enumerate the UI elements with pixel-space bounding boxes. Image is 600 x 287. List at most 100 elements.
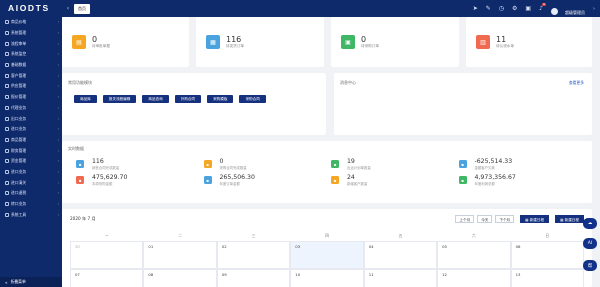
function-button[interactable]: 采购模板 <box>207 95 234 103</box>
calendar-tools: 上个月 今天 下个月 ▦ 新建日程 ▦ 新建日程 <box>455 215 584 223</box>
calendar-day[interactable]: 12 <box>437 269 511 287</box>
collapse-menu-button[interactable]: « 折叠菜单 <box>0 277 62 287</box>
receipt-icon: ▥ <box>476 35 490 49</box>
function-button[interactable]: 采购合同 <box>239 95 266 103</box>
chevron-right-icon: › <box>57 137 59 142</box>
gear-icon[interactable]: ⚙ <box>512 5 517 12</box>
sidebar-item[interactable]: 进口业务 › <box>0 124 62 135</box>
sidebar-item[interactable]: 进口退税 › <box>0 188 62 199</box>
metric-value: 265,506.30 <box>219 174 255 181</box>
tab-home[interactable]: 首页 <box>74 3 90 14</box>
metric-value: 19 <box>347 158 355 165</box>
stat-card[interactable]: ▥ 11 待认领水单 <box>466 17 592 67</box>
metric-icon: ▪ <box>458 176 467 184</box>
calendar-day[interactable]: 01 <box>143 241 217 269</box>
tab-scroll-right-icon[interactable]: › <box>593 6 595 12</box>
next-month-button[interactable]: 下个月 <box>495 215 515 223</box>
function-button[interactable]: 商品查询 <box>142 95 169 103</box>
metric-value: 0 <box>219 158 224 165</box>
menu-icon <box>5 52 9 57</box>
avatar <box>550 8 558 15</box>
realtime-grid: ▪ 116 销售合同完成数量 ▪ 0 采购合同完成数量 ▪ 19 出运计划单数量 ▪ -625,51… <box>62 152 592 186</box>
sidebar-item[interactable]: 系统监控 › <box>0 49 62 60</box>
weekday-label: 五 <box>398 233 403 238</box>
stat-card[interactable]: ▤ 0 待审批单据 <box>62 17 189 67</box>
stat-value: 11 <box>496 35 507 44</box>
sidebar-item-label: 代理业务 <box>11 104 27 110</box>
view-more-link[interactable]: 查看更多 <box>569 80 584 86</box>
stat-label: 待认领水单 <box>496 44 514 48</box>
sidebar-item[interactable]: 进口业务 › <box>0 167 62 178</box>
calendar-day[interactable]: 05 <box>437 241 511 269</box>
stat-card[interactable]: ▣ 0 待采购订单 <box>331 17 459 67</box>
menu-icon <box>5 63 9 68</box>
calendar-day[interactable]: 09 <box>216 269 291 287</box>
function-button[interactable]: 外购合同 <box>174 95 202 103</box>
chevron-right-icon: › <box>57 127 59 132</box>
bell-icon[interactable]: ♪ 6 <box>539 3 546 12</box>
menu-icon <box>5 73 9 78</box>
calendar-day[interactable]: 08 <box>143 269 217 287</box>
sidebar-item[interactable]: 客户管理 › <box>0 70 62 81</box>
calendar-day[interactable]: 06 <box>510 241 584 269</box>
chevron-right-icon: › <box>57 212 59 217</box>
calendar-day[interactable]: 30 <box>70 241 144 269</box>
sidebar-item[interactable]: 流程审单 › <box>0 38 62 49</box>
clock-icon[interactable]: ◷ <box>499 5 504 12</box>
menu-icon <box>5 84 9 89</box>
sidebar-list: 商品价格 › 系统管理 › 流程审单 › 系统监控 › 基础数据 › 客户管理 › 供应管理 › 报价管理 ›… <box>0 17 62 220</box>
sidebar-item[interactable]: 资金管理 › <box>0 156 62 167</box>
calendar-day[interactable]: 11 <box>363 269 438 287</box>
sidebar-item[interactable]: 报价管理 › <box>0 92 62 103</box>
metric-label: 采购合同完成数量 <box>219 166 247 170</box>
metric-label: 本周采购金额 <box>92 182 113 186</box>
chat-float-button[interactable]: ☁ <box>583 218 597 229</box>
sidebar-item[interactable]: 供应管理 › <box>0 81 62 92</box>
sidebar-item[interactable]: 代理业务 › <box>0 103 62 114</box>
new-event-button[interactable]: ▦ 新建日程 <box>520 215 550 223</box>
calendar-day[interactable]: 04 <box>363 241 438 269</box>
stat-value: 0 <box>92 35 98 44</box>
metric-label: 新增客户数量 <box>347 182 368 186</box>
sidebar-item-label: 进口清关 <box>11 179 27 185</box>
weekday-label: 四 <box>325 233 329 238</box>
chevron-right-icon: › <box>57 159 59 164</box>
sidebar-item[interactable]: 商品管理 › <box>0 135 62 146</box>
send-icon[interactable]: ➤ <box>473 5 478 12</box>
menu-icon <box>5 31 9 36</box>
sidebar-item[interactable]: 出口业务 › <box>0 113 62 124</box>
logo: AIODTS <box>8 3 50 13</box>
sidebar-item-label: 出口业务 <box>11 115 27 121</box>
user-menu[interactable]: 超级管理员 <box>550 0 585 18</box>
function-button[interactable]: 商品库 <box>74 95 97 103</box>
sidebar-item[interactable]: 转口业务 › <box>0 199 62 210</box>
lock-icon[interactable]: ▣ <box>525 5 531 12</box>
message-center-panel: 消息中心 查看更多 <box>334 73 592 135</box>
menu-icon <box>5 202 9 207</box>
stat-card[interactable]: ▦ 116 待发货订单 <box>196 17 324 67</box>
function-button[interactable]: 报关流程编辑 <box>102 95 137 103</box>
ai-float-button[interactable]: AI <box>583 238 597 249</box>
translate-icon[interactable]: ✎ <box>486 5 491 12</box>
sidebar-item[interactable]: 基础数据 › <box>0 60 62 71</box>
calendar-day[interactable]: 03 <box>290 241 364 269</box>
sidebar-item[interactable]: 财务管理 › <box>0 145 62 156</box>
new-schedule-button[interactable]: ▦ 新建日程 <box>555 215 584 223</box>
metric-icon: ▪ <box>76 176 84 184</box>
sidebar-item[interactable]: 系统工具 › <box>0 209 62 220</box>
calendar-day[interactable]: 02 <box>216 241 291 269</box>
prev-month-button[interactable]: 上个月 <box>455 215 475 223</box>
calendar-day[interactable]: 07 <box>70 269 144 287</box>
calendar-day[interactable]: 13 <box>510 269 584 287</box>
calendar-panel: 2020 年 7 月 上个月 今天 下个月 ▦ 新建日程 ▦ 新建日程 一 二 三 四… <box>62 209 592 287</box>
help-float-button[interactable]: 帮 <box>583 260 597 271</box>
sidebar-item[interactable]: 进口清关 › <box>0 177 62 188</box>
sidebar-item[interactable]: 商品价格 › <box>0 17 62 28</box>
function-buttons: 商品库 报关流程编辑 商品查询 外购合同 采购模板 采购合同 <box>62 86 312 103</box>
realtime-item: ▪ 4,973,356.67 年度利润总额 <box>458 174 587 186</box>
sidebar-item[interactable]: 系统管理 › <box>0 28 62 39</box>
today-button[interactable]: 今天 <box>477 215 493 223</box>
calendar-day[interactable]: 10 <box>290 269 364 287</box>
tab-scroll-left-icon[interactable]: ‹ <box>62 5 74 12</box>
metric-value: 116 <box>92 158 104 165</box>
